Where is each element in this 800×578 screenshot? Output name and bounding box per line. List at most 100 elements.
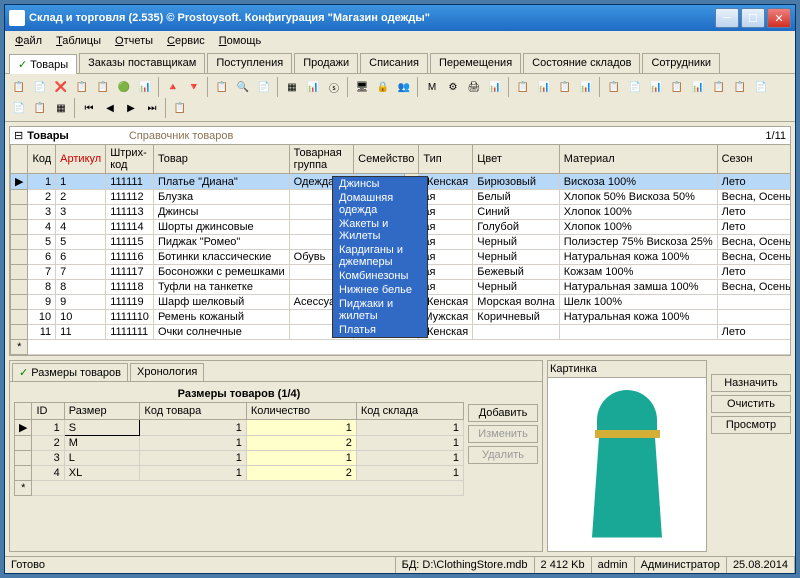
menu-Файл[interactable]: Файл	[9, 33, 48, 49]
menu-Помощь[interactable]: Помощь	[213, 33, 268, 49]
toolbar-btn[interactable]: 📋	[212, 77, 232, 97]
toolbar-btn[interactable]: ❌	[51, 77, 71, 97]
toolbar-btn[interactable]: 🖥	[352, 77, 372, 97]
edit-button[interactable]: Изменить	[468, 425, 538, 443]
toolbar-btn[interactable]: 📋	[30, 98, 50, 118]
tab-4[interactable]: Списания	[360, 53, 428, 73]
toolbar-btn[interactable]: 📋	[709, 77, 729, 97]
dropdown-option[interactable]: Комбинезоны	[333, 269, 427, 283]
tab-0[interactable]: Товары	[9, 54, 77, 74]
subtab-0[interactable]: Размеры товаров	[12, 363, 128, 381]
col-header[interactable]: Товар	[153, 145, 289, 174]
tab-3[interactable]: Продажи	[294, 53, 358, 73]
toolbar-btn[interactable]: 📊	[646, 77, 666, 97]
size-row[interactable]: 3L111	[15, 451, 464, 466]
toolbar-btn[interactable]: 📋	[72, 77, 92, 97]
maximize-button[interactable]: ☐	[741, 8, 765, 28]
add-button[interactable]: Добавить	[468, 404, 538, 422]
toolbar-btn[interactable]: ◀	[100, 98, 120, 118]
toolbar-btn[interactable]: 📄	[254, 77, 274, 97]
size-col[interactable]: Код товара	[140, 403, 246, 420]
tab-1[interactable]: Заказы поставщикам	[79, 53, 205, 73]
toolbar-btn[interactable]: 📋	[170, 98, 190, 118]
sizes-grid[interactable]: IDРазмерКод товараКоличествоКод склада▶1…	[14, 402, 464, 496]
tab-7[interactable]: Сотрудники	[642, 53, 720, 73]
size-col[interactable]: ID	[32, 403, 64, 420]
size-new-row[interactable]: *	[15, 481, 464, 496]
delete-button[interactable]: Удалить	[468, 446, 538, 464]
toolbar-btn[interactable]: ▶	[121, 98, 141, 118]
col-header[interactable]: Артикул	[56, 145, 106, 174]
subtab-1[interactable]: Хронология	[130, 363, 204, 381]
size-col[interactable]: Код склада	[356, 403, 463, 420]
dropdown-option[interactable]: Платья	[333, 323, 427, 337]
assign-button[interactable]: Назначить	[711, 374, 791, 392]
toolbar-btn[interactable]: 🔒	[373, 77, 393, 97]
col-header[interactable]: Семейство	[354, 145, 419, 174]
col-header[interactable]: Штрих-код	[106, 145, 154, 174]
toolbar-btn[interactable]: ⏭	[142, 98, 162, 118]
toolbar-btn[interactable]: 📋	[9, 77, 29, 97]
toolbar-btn[interactable]: 📄	[625, 77, 645, 97]
products-grid[interactable]: КодАртикулШтрих-кодТоварТоварная группаС…	[10, 144, 790, 355]
tab-2[interactable]: Поступления	[207, 53, 292, 73]
toolbar-btn[interactable]: 🔍	[233, 77, 253, 97]
toolbar-btn[interactable]: 🔺	[163, 77, 183, 97]
size-col[interactable]: Размер	[64, 403, 140, 420]
menu-Таблицы[interactable]: Таблицы	[50, 33, 107, 49]
toolbar-btn[interactable]: ⏮	[79, 98, 99, 118]
col-header[interactable]: Цвет	[473, 145, 559, 174]
toolbar-btn[interactable]: 📋	[667, 77, 687, 97]
menu-Сервис[interactable]: Сервис	[161, 33, 211, 49]
toolbar-btn[interactable]: 📄	[9, 98, 29, 118]
clear-button[interactable]: Очистить	[711, 395, 791, 413]
size-row[interactable]: 2M121	[15, 436, 464, 451]
toolbar-btn[interactable]: 📊	[576, 77, 596, 97]
toolbar-btn[interactable]: 📋	[555, 77, 575, 97]
col-header[interactable]: Тип	[419, 145, 473, 174]
toolbar-btn[interactable]: ▦	[282, 77, 302, 97]
toolbar-btn[interactable]: ⚙	[443, 77, 463, 97]
toolbar-btn[interactable]: 🖨	[464, 77, 484, 97]
col-header[interactable]: Товарная группа	[289, 145, 353, 174]
toolbar-btn[interactable]: 📊	[303, 77, 323, 97]
toolbar-btn[interactable]: 📊	[534, 77, 554, 97]
col-header[interactable]: Код	[28, 145, 56, 174]
tab-6[interactable]: Состояние складов	[523, 53, 640, 73]
toolbar-btn[interactable]: 📄	[30, 77, 50, 97]
menu-Отчеты[interactable]: Отчеты	[109, 33, 159, 49]
col-header[interactable]: Сезон	[717, 145, 790, 174]
size-col[interactable]: Количество	[246, 403, 356, 420]
dropdown-option[interactable]: Жакеты и Жилеты	[333, 217, 427, 243]
size-row[interactable]: ▶1S111	[15, 420, 464, 436]
titlebar: Склад и торговля (2.535) © Prostoysoft. …	[5, 5, 795, 31]
toolbar-btn[interactable]: 🟢	[114, 77, 134, 97]
toolbar-btn[interactable]: 📋	[513, 77, 533, 97]
toolbar-btn[interactable]: 📊	[485, 77, 505, 97]
dropdown-option[interactable]: Нижнее белье	[333, 283, 427, 297]
dropdown-option[interactable]: Кардиганы и джемперы	[333, 243, 427, 269]
toolbar-btn[interactable]: 📄	[751, 77, 771, 97]
toolbar-btn[interactable]: 📊	[135, 77, 155, 97]
toolbar-btn[interactable]: 📊	[688, 77, 708, 97]
minimize-button[interactable]: ─	[715, 8, 739, 28]
toolbar-btn[interactable]: M	[422, 77, 442, 97]
close-button[interactable]: ✕	[767, 8, 791, 28]
toolbar-btn[interactable]: ▦	[51, 98, 71, 118]
toolbar-btn[interactable]: 👥	[394, 77, 414, 97]
col-header[interactable]: Материал	[559, 145, 717, 174]
family-dropdown[interactable]: ДжинсыДомашняя одеждаЖакеты и ЖилетыКард…	[332, 176, 428, 338]
dropdown-option[interactable]: Домашняя одежда	[333, 191, 427, 217]
toolbar-btn[interactable]: ⓢ	[324, 77, 344, 97]
dropdown-option[interactable]: Пиджаки и жилеты	[333, 297, 427, 323]
toolbar-btn[interactable]: 📋	[93, 77, 113, 97]
toolbar-btn[interactable]: 📋	[730, 77, 750, 97]
dropdown-option[interactable]: Джинсы	[333, 177, 427, 191]
toolbar-btn[interactable]: 🔻	[184, 77, 204, 97]
tab-5[interactable]: Перемещения	[430, 53, 521, 73]
expand-icon[interactable]: ⊟	[14, 129, 23, 142]
size-row[interactable]: 4XL121	[15, 466, 464, 481]
view-button[interactable]: Просмотр	[711, 416, 791, 434]
new-row[interactable]: *	[11, 340, 791, 355]
toolbar-btn[interactable]: 📋	[604, 77, 624, 97]
